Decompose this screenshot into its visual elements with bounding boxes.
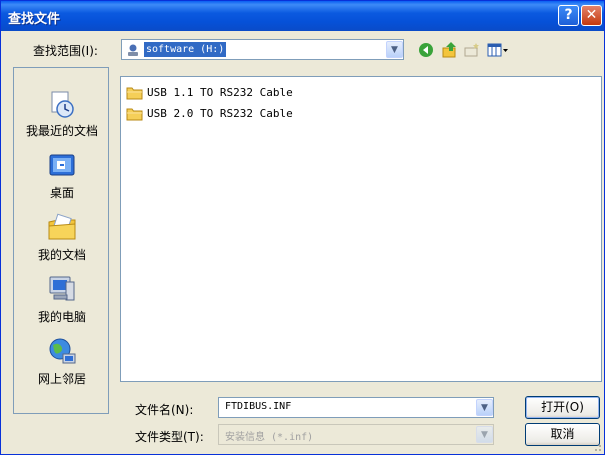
place-desktop[interactable]: 桌面	[14, 150, 110, 201]
new-folder-icon[interactable]	[463, 41, 481, 59]
place-label: 我最近的文档	[25, 124, 98, 138]
filetype-select[interactable]: 安装信息 (*.inf) ▼	[218, 424, 494, 445]
open-file-dialog: 查找文件 ? ✕ 查找范围(I): software (H:) ▼ 我最近的文档…	[0, 0, 605, 455]
place-my-documents[interactable]: 我的文档	[14, 212, 110, 263]
network-places-icon	[49, 338, 76, 364]
view-menu-icon[interactable]	[487, 41, 509, 59]
help-button[interactable]: ?	[558, 5, 579, 26]
filename-value: FTDIBUS.INF	[225, 401, 292, 412]
desktop-icon	[49, 154, 75, 176]
cancel-button[interactable]: 取消	[525, 423, 600, 446]
file-name: USB 2.0 TO RS232 Cable	[147, 107, 293, 120]
recent-documents-icon	[51, 91, 74, 118]
place-recent-documents[interactable]: 我最近的文档	[14, 88, 110, 139]
close-button[interactable]: ✕	[581, 5, 602, 26]
filename-dropdown-button[interactable]: ▼	[476, 399, 493, 416]
filetype-value: 安装信息 (*.inf)	[225, 432, 314, 443]
open-button[interactable]: 打开(O)	[525, 396, 600, 419]
my-computer-icon	[49, 276, 75, 301]
drive-icon	[128, 44, 138, 56]
place-label: 桌面	[49, 186, 74, 200]
file-list[interactable]: USB 1.1 TO RS232 Cable USB 2.0 TO RS232 …	[120, 76, 602, 382]
lookin-label: 查找范围(I):	[33, 44, 98, 58]
filetype-dropdown-button[interactable]: ▼	[476, 426, 493, 443]
place-label: 网上邻居	[37, 372, 86, 386]
lookin-value: software (H:)	[144, 42, 227, 57]
place-label: 我的文档	[37, 248, 86, 262]
places-bar: 我最近的文档 桌面 我的文档 我的电脑 网上邻居	[13, 67, 109, 414]
resize-grip-icon[interactable]	[592, 442, 602, 452]
place-network-places[interactable]: 网上邻居	[14, 336, 110, 387]
window-title: 查找文件	[8, 12, 61, 27]
place-my-computer[interactable]: 我的电脑	[14, 274, 110, 325]
lookin-combobox[interactable]: software (H:) ▼	[121, 39, 404, 60]
lookin-dropdown-button[interactable]: ▼	[386, 41, 403, 58]
filename-label: 文件名(N):	[135, 403, 194, 417]
filetype-label: 文件类型(T):	[135, 430, 204, 444]
place-label: 我的电脑	[37, 310, 86, 324]
file-name: USB 1.1 TO RS232 Cable	[147, 86, 293, 99]
folder-icon	[126, 87, 143, 100]
back-icon[interactable]	[417, 41, 435, 59]
up-folder-icon[interactable]	[441, 41, 459, 59]
title-bar[interactable]: 查找文件 ? ✕	[1, 1, 604, 31]
my-documents-icon	[48, 213, 76, 240]
folder-icon	[126, 108, 143, 121]
filename-input[interactable]: FTDIBUS.INF ▼	[218, 397, 494, 418]
